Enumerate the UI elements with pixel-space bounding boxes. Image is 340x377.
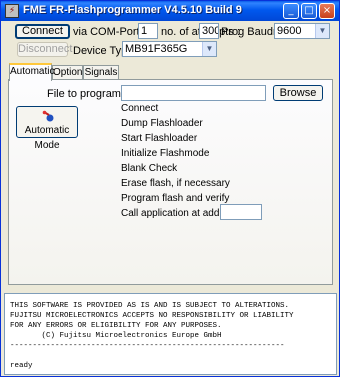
step-program-verify: Program flash and verify	[121, 193, 230, 204]
device-type-select[interactable]: MB91F365G ▼	[122, 41, 217, 57]
disconnect-button[interactable]: Disconnect	[17, 42, 72, 57]
application-address-field[interactable]	[220, 204, 262, 220]
step-blank-check: Blank Check	[121, 163, 178, 174]
attempts-field[interactable]: 300	[199, 23, 219, 39]
baudrate-value: 9600	[277, 25, 302, 37]
log-output[interactable]: THIS SOFTWARE IS PROVIDED AS IS AND IS S…	[4, 293, 337, 375]
log-line: THIS SOFTWARE IS PROVIDED AS IS AND IS S…	[10, 302, 290, 310]
step-start-flashloader: Start Flashloader	[121, 133, 198, 144]
file-path-field[interactable]	[121, 85, 266, 101]
minimize-button[interactable]: _	[283, 3, 299, 19]
tab-signals[interactable]: Signals	[83, 65, 119, 80]
auto-mode-icon	[42, 110, 54, 122]
chevron-down-icon[interactable]: ▼	[202, 42, 216, 56]
connect-button[interactable]: Connect	[15, 24, 70, 39]
title-bar[interactable]: ⚡ FME FR-Flashprogrammer V4.5.10 Build 9…	[1, 1, 339, 21]
log-line: FOR ANY ERRORS OR ELIGIBILITY FOR ANY PU…	[10, 322, 222, 330]
log-separator: ----------------------------------------…	[10, 342, 285, 350]
step-dump-flashloader: Dump Flashloader	[121, 118, 203, 129]
via-com-port-label: via COM-Port	[73, 26, 140, 38]
automatic-mode-button[interactable]: Automatic Mode	[16, 106, 78, 151]
tab-automatic[interactable]: Automatic	[9, 63, 54, 81]
com-port-field[interactable]: 1	[138, 23, 158, 39]
log-status: ready	[10, 362, 33, 370]
close-button[interactable]: ×	[319, 3, 335, 19]
step-connect: Connect	[121, 103, 159, 114]
app-icon: ⚡	[5, 4, 19, 18]
main-window: ⚡ FME FR-Flashprogrammer V4.5.10 Build 9…	[0, 0, 340, 377]
chevron-down-icon[interactable]: ▼	[315, 24, 329, 38]
maximize-button[interactable]: □	[301, 3, 317, 19]
file-to-program-label: File to program :	[47, 88, 128, 100]
step-erase-flash: Erase flash, if necessary	[121, 178, 230, 189]
baudrate-select[interactable]: 9600 ▼	[274, 23, 330, 39]
step-initialize-flashmode: Initialize Flashmode	[121, 148, 210, 159]
window-title: FME FR-Flashprogrammer V4.5.10 Build 9	[23, 4, 242, 16]
device-type-value: MB91F365G	[125, 43, 188, 55]
log-line: FUJITSU MICROELECTRONICS ACCEPTS NO RESP…	[10, 312, 294, 320]
browse-button[interactable]: Browse	[273, 85, 323, 101]
log-line: (C) Fujitsu Microelectronics Europe GmbH	[10, 332, 222, 340]
tab-options[interactable]: Options	[52, 65, 87, 80]
